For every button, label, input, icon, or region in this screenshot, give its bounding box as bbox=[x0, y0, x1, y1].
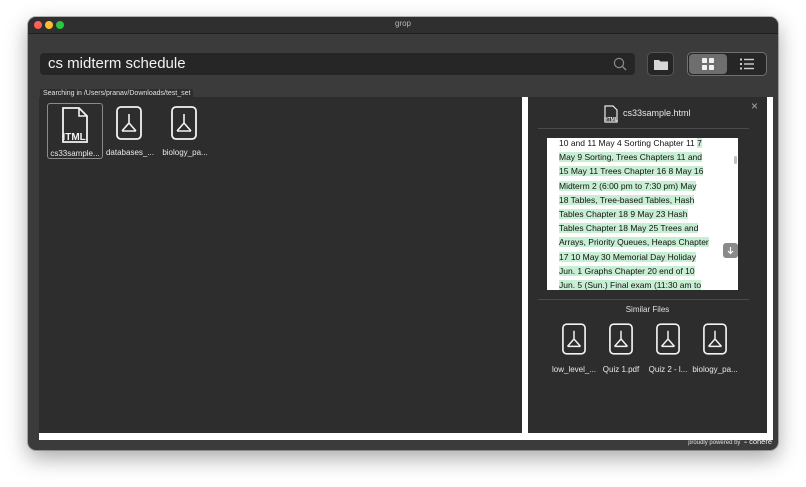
preview-match-highlight: Tables Chapter 18 9 May 23 Hash bbox=[559, 209, 688, 220]
preview-content[interactable]: 10 and 11 May 4 Sorting Chapter 11 7 May … bbox=[547, 138, 738, 290]
view-toggle bbox=[687, 52, 767, 76]
choose-folder-button[interactable] bbox=[647, 52, 674, 76]
preview-line: Midterm 2 (6:00 pm to 7:30 pm) May bbox=[559, 179, 727, 193]
html-file-icon: HTML bbox=[62, 107, 88, 143]
preview-divider bbox=[538, 128, 749, 129]
preview-match-highlight: 15 May 11 Trees Chapter 16 8 May 16 bbox=[559, 166, 704, 177]
preview-match-highlight: 17 10 May 30 Memorial Day Holiday bbox=[559, 251, 697, 262]
footer-text: proudly powered by bbox=[688, 440, 741, 446]
grid-icon bbox=[702, 58, 714, 70]
grid-view-button[interactable] bbox=[689, 54, 727, 74]
result-item-cs33sample[interactable]: HTML cs33sample... bbox=[47, 103, 103, 159]
preview-line: 17 10 May 30 Memorial Day Holiday bbox=[559, 250, 727, 264]
search-scope-label: Searching in /Users/pranav/Downloads/tes… bbox=[40, 89, 194, 98]
preview-line: Jun. 1 Graphs Chapter 20 end of 10 bbox=[559, 264, 727, 278]
svg-text:HTML: HTML bbox=[62, 132, 86, 143]
preview-header: HTML cs33sample.html bbox=[528, 103, 767, 125]
similar-files-title: Similar Files bbox=[625, 305, 670, 314]
result-item-biology[interactable]: biology_pa... bbox=[157, 103, 213, 159]
window-title: grop bbox=[394, 19, 411, 28]
pdf-file-icon bbox=[609, 323, 633, 355]
folder-icon bbox=[654, 60, 668, 70]
html-file-icon: HTML bbox=[604, 105, 618, 123]
preview-match-highlight: May 9 Sorting, Trees Chapters 11 and bbox=[559, 152, 703, 163]
list-view-button[interactable] bbox=[728, 54, 766, 74]
pdf-file-icon bbox=[562, 323, 586, 355]
pdf-file-icon bbox=[703, 323, 727, 355]
preview-match-highlight: 18 Tables, Tree-based Tables, Hash bbox=[559, 194, 695, 205]
results-pane: HTML cs33sample... databases_... biology… bbox=[39, 97, 528, 440]
preview-line: 15 May 11 Trees Chapter 16 8 May 16 bbox=[559, 164, 727, 178]
preview-match-highlight: Midterm 2 (6:00 pm to 7:30 pm) May bbox=[559, 180, 697, 191]
similar-item-low-level[interactable]: low_level_... bbox=[552, 323, 596, 375]
preview-text: 10 and 11 May 4 Sorting Chapter 11 7 May … bbox=[559, 138, 727, 290]
similar-item-quiz-1[interactable]: Quiz 1.pdf bbox=[601, 323, 641, 375]
pdf-file-icon bbox=[116, 106, 142, 140]
preview-line: 18 Tables, Tree-based Tables, Hash bbox=[559, 193, 727, 207]
preview-line: Tables Chapter 18 9 May 23 Hash bbox=[559, 207, 727, 221]
list-icon bbox=[740, 58, 754, 70]
search-input[interactable]: cs midterm schedule bbox=[48, 55, 186, 72]
preview-match-highlight: Tables Chapter 18 May 25 Trees and bbox=[559, 223, 699, 234]
preview-filename: cs33sample.html bbox=[623, 108, 691, 118]
svg-text:HTML: HTML bbox=[604, 117, 618, 123]
preview-match-highlight: Jun. 5 (Sun.) Final exam (11:30 am to bbox=[559, 280, 702, 290]
similar-divider bbox=[538, 299, 749, 300]
preview-line: Arrays, Priority Queues, Heaps Chapter bbox=[559, 235, 727, 249]
preview-line: Jun. 5 (Sun.) Final exam (11:30 am to bbox=[559, 278, 727, 290]
footer-brand: cohere bbox=[749, 437, 772, 446]
result-item-label: biology_pa... bbox=[162, 148, 208, 157]
pdf-file-icon bbox=[171, 106, 197, 140]
preview-line: Tables Chapter 18 May 25 Trees and bbox=[559, 221, 727, 235]
preview-match-highlight: Arrays, Priority Queues, Heaps Chapter bbox=[559, 237, 709, 248]
preview-line: 10 and 11 May 4 Sorting Chapter 11 7 bbox=[559, 138, 727, 150]
similar-item-biology[interactable]: biology_pa... bbox=[692, 323, 738, 375]
similar-item-quiz-2[interactable]: Quiz 2 - l... bbox=[648, 323, 688, 375]
cohere-logo-icon: ⌁ bbox=[742, 440, 748, 446]
search-icon[interactable] bbox=[613, 57, 627, 71]
footer: proudly powered by ⌁ cohere bbox=[688, 437, 772, 446]
pdf-file-icon bbox=[656, 323, 680, 355]
preview-match-highlight: Jun. 1 Graphs Chapter 20 end of 10 bbox=[559, 265, 695, 276]
search-bar[interactable]: cs midterm schedule bbox=[40, 53, 635, 75]
result-item-databases[interactable]: databases_... bbox=[102, 103, 158, 159]
scroll-to-match-button[interactable] bbox=[723, 243, 738, 258]
similar-item-label: biology_pa... bbox=[692, 365, 738, 374]
preview-scrollbar[interactable] bbox=[734, 156, 737, 164]
close-preview-button[interactable]: × bbox=[751, 100, 758, 112]
app-window: grop cs midterm schedule TML cs33sample.… bbox=[28, 17, 778, 450]
preview-line-text: 10 and 11 May 4 Sorting Chapter 11 bbox=[559, 138, 698, 148]
arrow-down-icon bbox=[727, 247, 734, 255]
title-bar: grop bbox=[28, 17, 778, 34]
preview-match-highlight: 7 bbox=[697, 138, 702, 148]
preview-line: May 9 Sorting, Trees Chapters 11 and bbox=[559, 150, 727, 164]
preview-pane: HTML cs33sample.html 10 and 11 May 4 Sor… bbox=[528, 97, 773, 440]
